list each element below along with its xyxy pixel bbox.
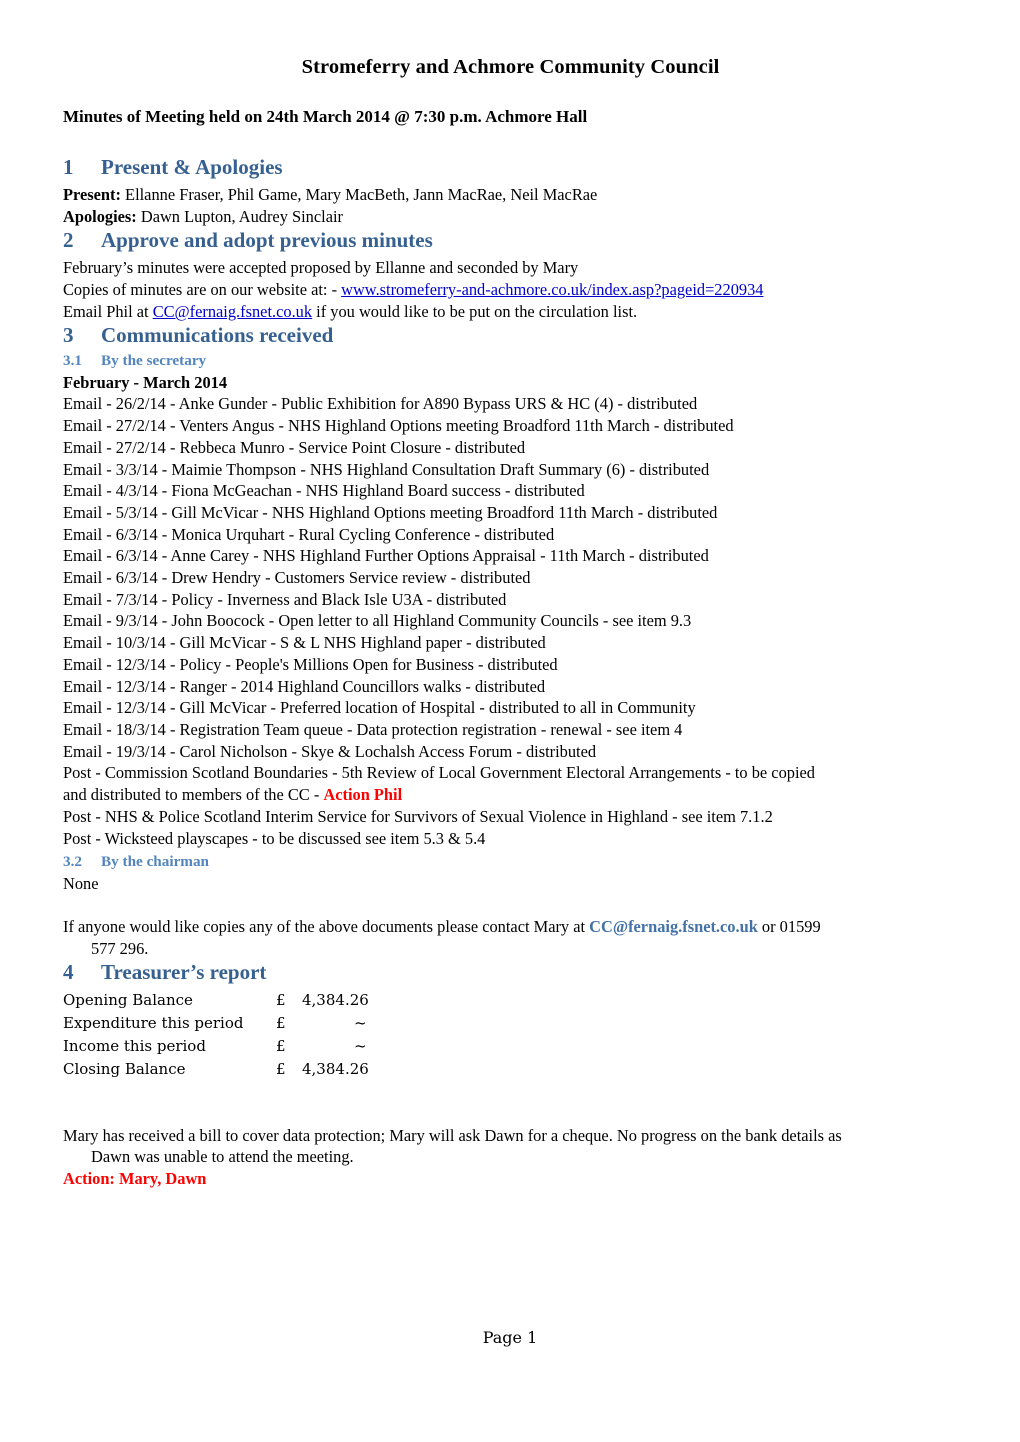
secretary-email-link[interactable]: CC@fernaig.fsnet.co.uk — [589, 917, 758, 936]
communication-item: Email - 6/3/14 - Drew Hendry - Customers… — [63, 568, 531, 588]
communication-item: Email - 6/3/14 - Anne Carey - NHS Highla… — [63, 546, 709, 566]
balance-value: ~ — [354, 1037, 367, 1056]
present-line: Present: Ellanne Fraser, Phil Game, Mary… — [63, 184, 958, 206]
balance-label: Income this period — [63, 1037, 206, 1056]
communications-period: February - March 2014 — [63, 372, 228, 392]
heading-number: 3 — [63, 322, 74, 347]
subheading-text: By the secretary — [101, 352, 207, 370]
heading-approve-minutes: 2 Approve and adopt previous minutes — [63, 228, 958, 254]
contact-note-prefix: If anyone would like copies any of the a… — [63, 917, 590, 937]
balance-label: Closing Balance — [63, 1060, 186, 1079]
approve-line-3: Email Phil at CC@fernaig.fsnet.co.uk if … — [63, 301, 958, 323]
heading-number: 4 — [63, 959, 74, 984]
heading-present-apologies: 1 Present & Apologies — [63, 155, 958, 181]
subheading-number: 3.1 — [63, 352, 82, 370]
treasurer-note-line1: Mary has received a bill to cover data p… — [63, 1125, 842, 1145]
page-footer: Page 1 — [482, 1328, 538, 1347]
communication-item: Email - 4/3/14 - Fiona McGeachan - NHS H… — [63, 481, 585, 501]
action-phil-label: Action Phil — [323, 785, 403, 805]
approve-line-2: Copies of minutes are on our website at:… — [63, 279, 958, 301]
balance-currency: £ — [276, 991, 286, 1010]
balance-value: 4,384.26 — [302, 991, 369, 1010]
council-website-link[interactable]: www.stromeferry-and-achmore.co.uk/index.… — [341, 280, 763, 299]
chairman-communications-content: None — [63, 873, 99, 893]
post-item: Post - Wicksteed playscapes - to be disc… — [63, 828, 486, 848]
document-page: Stromeferry and Achmore Community Counci… — [0, 0, 1020, 1442]
contact-note-suffix: or 01599 — [757, 917, 821, 937]
communication-item: Email - 26/2/14 - Anke Gunder - Public E… — [63, 394, 698, 414]
balance-value: ~ — [354, 1014, 367, 1033]
table-row: Expenditure this period £ ~ — [63, 1012, 369, 1035]
post-item-boundaries-line1: Post - Commission Scotland Boundaries - … — [63, 763, 815, 783]
subheading-by-the-chairman: 3.2 By the chairman — [63, 853, 958, 872]
table-row: Closing Balance £ 4,384.26 — [63, 1058, 369, 1081]
post-item: Post - NHS & Police Scotland Interim Ser… — [63, 806, 773, 826]
balance-value: 4,384.26 — [302, 1060, 369, 1079]
treasurer-note-line2: Dawn was unable to attend the meeting. — [91, 1147, 354, 1167]
balance-currency: £ — [276, 1060, 286, 1079]
heading-communications-received: 3 Communications received — [63, 323, 958, 349]
communication-item: Email - 12/3/14 - Gill McVicar - Preferr… — [63, 698, 696, 718]
present-label: Present: — [63, 185, 121, 205]
communication-item: Email - 7/3/14 - Policy - Inverness and … — [63, 589, 507, 609]
subheading-by-the-secretary: 3.1 By the secretary — [63, 352, 958, 371]
heading-number: 1 — [63, 154, 74, 179]
balance-label: Expenditure this period — [63, 1014, 244, 1033]
website-prefix: Copies of minutes are on our website at:… — [63, 280, 342, 300]
heading-number: 2 — [63, 227, 74, 252]
communication-item: Email - 12/3/14 - Ranger - 2014 Highland… — [63, 676, 546, 696]
communication-item: Email - 6/3/14 - Monica Urquhart - Rural… — [63, 524, 555, 544]
communication-item: Email - 19/3/14 - Carol Nicholson - Skye… — [63, 741, 597, 761]
balance-currency: £ — [276, 1014, 286, 1033]
document-subtitle: Minutes of Meeting held on 24th March 20… — [63, 106, 588, 126]
apologies-value: Dawn Lupton, Audrey Sinclair — [136, 207, 343, 227]
heading-text: Treasurer’s report — [101, 959, 267, 984]
communication-item: Email - 12/3/14 - Policy - People's Mill… — [63, 654, 558, 674]
communication-item: Email - 9/3/14 - John Boocock - Open let… — [63, 611, 692, 631]
heading-treasurers-report: 4 Treasurer’s report — [63, 960, 958, 986]
heading-text: Communications received — [101, 322, 334, 347]
balance-label: Opening Balance — [63, 991, 193, 1010]
heading-text: Approve and adopt previous minutes — [101, 227, 433, 252]
table-row: Income this period £ ~ — [63, 1035, 369, 1058]
communication-item: Email - 18/3/14 - Registration Team queu… — [63, 719, 683, 739]
email-suffix: if you would like to be put on the circu… — [312, 301, 638, 321]
treasurer-note: Mary has received a bill to cover data p… — [63, 1125, 958, 1168]
communication-item: Email - 27/2/14 - Rebbeca Munro - Servic… — [63, 437, 526, 457]
table-row: Opening Balance £ 4,384.26 — [63, 989, 369, 1012]
contact-note: If anyone would like copies any of the a… — [63, 916, 958, 959]
apologies-label: Apologies: — [63, 207, 137, 227]
treasurer-balance-table: Opening Balance £ 4,384.26 Expenditure t… — [63, 989, 369, 1081]
contact-note-continuation: 577 296. — [91, 938, 149, 958]
page-title: Stromeferry and Achmore Community Counci… — [301, 56, 720, 78]
communication-item: Email - 10/3/14 - Gill McVicar - S & L N… — [63, 633, 546, 653]
treasurer-balance-table-body: Opening Balance £ 4,384.26 Expenditure t… — [63, 989, 369, 1081]
subheading-text: By the chairman — [101, 853, 209, 871]
balance-currency: £ — [276, 1037, 286, 1056]
communication-item: Email - 3/3/14 - Maimie Thompson - NHS H… — [63, 459, 710, 479]
communication-item: Email - 27/2/14 - Venters Angus - NHS Hi… — [63, 416, 734, 436]
apologies-line: Apologies: Dawn Lupton, Audrey Sinclair — [63, 206, 958, 228]
approve-line-1: February’s minutes were accepted propose… — [63, 258, 579, 278]
email-prefix: Email Phil at — [63, 301, 153, 321]
post-item-boundaries-text: and distributed to members of the CC - — [63, 785, 324, 805]
subheading-number: 3.2 — [63, 853, 82, 871]
circulation-email-link[interactable]: CC@fernaig.fsnet.co.uk — [153, 302, 312, 321]
present-value: Ellanne Fraser, Phil Game, Mary MacBeth,… — [120, 185, 598, 205]
action-mary-dawn-label: Action: Mary, Dawn — [63, 1168, 207, 1188]
treasurer-action: Action: Mary, Dawn — [63, 1168, 958, 1190]
communication-item: Email - 5/3/14 - Gill McVicar - NHS High… — [63, 502, 718, 522]
post-item-boundaries-line2: and distributed to members of the CC - A… — [63, 784, 958, 806]
heading-text: Present & Apologies — [101, 154, 283, 179]
